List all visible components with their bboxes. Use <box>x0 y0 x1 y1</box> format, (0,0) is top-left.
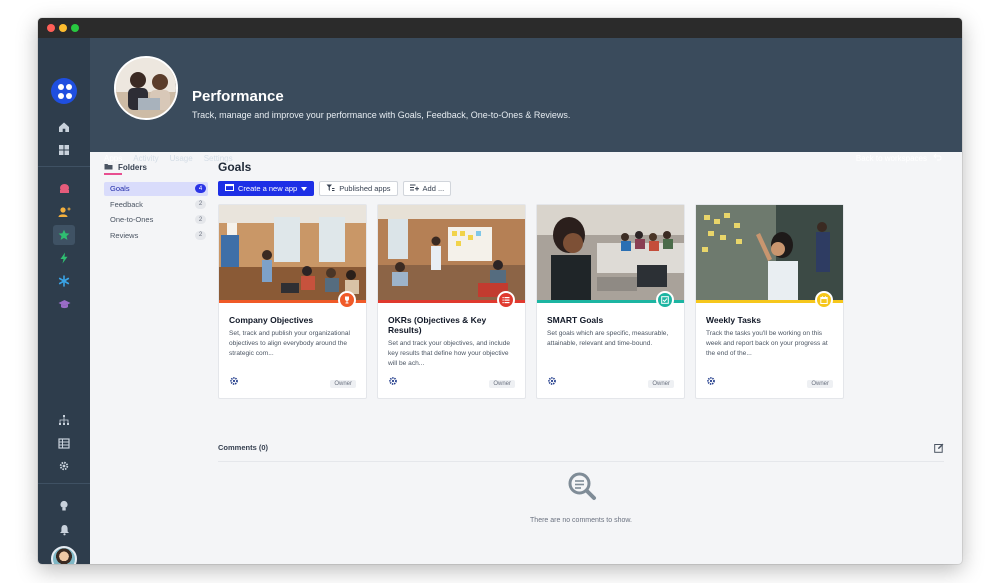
add-list-icon <box>409 184 419 193</box>
workspace-header: Performance Track, manage and improve yo… <box>90 38 962 175</box>
app-card-smart-goals[interactable]: SMART Goals Set goals which are specific… <box>536 204 685 399</box>
home-icon[interactable] <box>53 117 75 137</box>
edit-comment-icon[interactable] <box>934 443 944 455</box>
published-apps-label: Published apps <box>339 184 391 193</box>
rail-divider-bottom <box>38 483 90 484</box>
folders-heading-label: Folders <box>118 162 147 172</box>
folder-count-badge: 4 <box>195 184 206 193</box>
published-apps-button[interactable]: Published apps <box>319 181 398 196</box>
workspace-subtitle: Track, manage and improve your performan… <box>192 110 571 120</box>
app-logo-icon[interactable] <box>51 78 77 104</box>
app-window: Performance Track, manage and improve yo… <box>38 18 962 564</box>
org-chart-icon[interactable] <box>53 410 75 430</box>
folder-item-goals[interactable]: Goals 4 <box>104 181 208 196</box>
graduation-cap-icon[interactable] <box>53 294 75 314</box>
asterisk-icon[interactable] <box>53 271 75 291</box>
lightbulb-icon[interactable] <box>53 496 75 516</box>
card-description: Set, track and publish your organization… <box>229 330 350 357</box>
workspace-cover-image <box>114 56 178 120</box>
checkbox-icon <box>656 291 674 309</box>
add-button[interactable]: Add ... <box>402 181 452 196</box>
published-filter-icon <box>326 184 335 194</box>
settings-gear-icon[interactable] <box>53 456 75 476</box>
lightning-icon[interactable] <box>53 248 75 268</box>
add-label: Add ... <box>422 184 445 193</box>
card-description: Track the tasks you'll be working on thi… <box>706 330 828 357</box>
app-window-icon <box>225 184 234 193</box>
user-add-icon[interactable] <box>53 202 75 222</box>
table-icon[interactable] <box>53 433 75 453</box>
card-title: OKRs (Objectives & Key Results) <box>388 315 487 335</box>
search-empty-icon <box>567 471 597 501</box>
maximize-window-button[interactable] <box>71 24 79 32</box>
folder-item-label: Reviews <box>110 230 139 240</box>
left-nav-rail <box>38 38 90 564</box>
folder-icon <box>104 163 113 172</box>
rail-divider <box>38 166 90 167</box>
card-cover-image <box>219 205 366 300</box>
list-icon <box>497 291 515 309</box>
app-card-weekly-tasks[interactable]: Weekly Tasks Track the tasks you'll be w… <box>695 204 844 399</box>
folder-item-label: Goals <box>110 184 130 193</box>
caret-down-icon <box>301 184 308 193</box>
card-description: Set and track your objectives, and inclu… <box>388 340 511 367</box>
card-settings-gear-icon[interactable] <box>547 376 557 389</box>
card-description: Set goals which are specific, measurable… <box>547 330 669 347</box>
folder-item-feedback[interactable]: Feedback 2 <box>104 197 208 211</box>
calendar-icon <box>815 291 833 309</box>
workspace-title: Performance <box>192 88 284 105</box>
card-cover-image <box>537 205 684 300</box>
card-settings-gear-icon[interactable] <box>706 376 716 389</box>
app-card-company-objectives[interactable]: Company Objectives Set, track and publis… <box>218 204 367 399</box>
card-settings-gear-icon[interactable] <box>388 376 398 389</box>
folders-heading: Folders <box>104 160 208 174</box>
card-title: Company Objectives <box>229 315 314 325</box>
folder-item-reviews[interactable]: Reviews 2 <box>104 228 208 242</box>
owner-badge: Owner <box>648 380 674 388</box>
comments-heading: Comments (0) <box>218 443 269 452</box>
comments-divider <box>218 461 944 462</box>
owner-badge: Owner <box>330 380 356 388</box>
trophy-icon <box>338 291 356 309</box>
app-cards-grid: Company Objectives Set, track and publis… <box>218 204 844 399</box>
owner-badge: Owner <box>807 380 833 388</box>
app-card-okrs[interactable]: OKRs (Objectives & Key Results) Set and … <box>377 204 526 399</box>
window-titlebar <box>38 18 962 38</box>
minimize-window-button[interactable] <box>59 24 67 32</box>
comments-section: Comments (0) There are no comments to sh… <box>218 443 944 524</box>
card-title: SMART Goals <box>547 315 604 325</box>
notification-bell-icon[interactable] <box>53 520 75 540</box>
folder-count-badge: 2 <box>195 230 206 240</box>
card-cover-image <box>696 205 843 300</box>
dashboard-grid-icon[interactable] <box>53 140 75 160</box>
folder-item-label: Feedback <box>110 199 143 209</box>
folder-item-label: One-to-Ones <box>110 215 154 224</box>
create-new-app-label: Create a new app <box>238 184 298 193</box>
owner-badge: Owner <box>489 380 515 388</box>
apps-toolbar: Create a new app Published apps Add ... <box>218 181 944 196</box>
main-content: Goals Create a new app Published apps Ad… <box>218 160 944 524</box>
card-settings-gear-icon[interactable] <box>229 376 239 389</box>
folder-item-one-to-ones[interactable]: One-to-Ones 2 <box>104 213 208 227</box>
folder-count-badge: 2 <box>195 199 206 209</box>
card-title: Weekly Tasks <box>706 315 761 325</box>
create-new-app-button[interactable]: Create a new app <box>218 181 315 196</box>
octopus-icon[interactable] <box>53 179 75 199</box>
page-title: Goals <box>218 160 252 174</box>
folder-count-badge: 2 <box>195 215 206 224</box>
card-cover-image <box>378 205 525 300</box>
close-window-button[interactable] <box>47 24 55 32</box>
star-icon[interactable] <box>53 225 75 245</box>
folders-panel: Folders Goals 4 Feedback 2 One-to-Ones 2… <box>104 160 208 242</box>
no-comments-message: There are no comments to show. <box>530 517 632 524</box>
user-avatar[interactable] <box>51 546 77 564</box>
